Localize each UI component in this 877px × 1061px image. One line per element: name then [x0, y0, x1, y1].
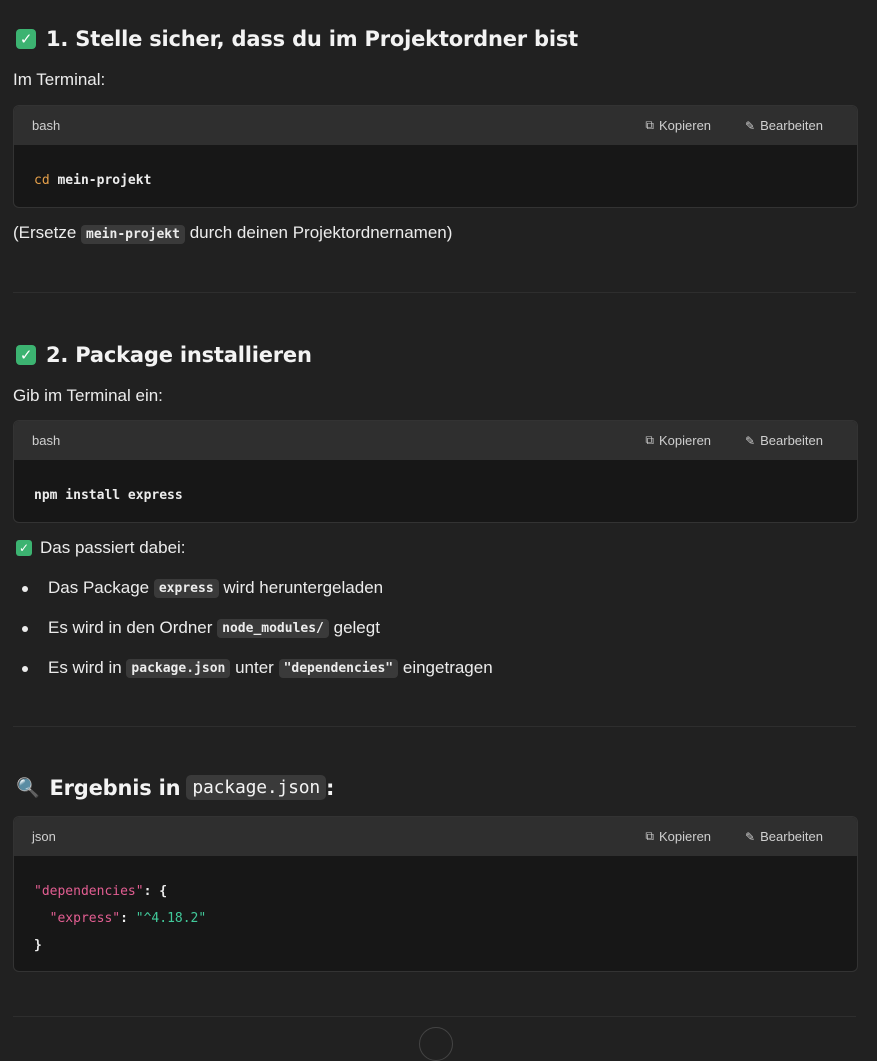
section3-heading: 🔍 Ergebnis in package.json :	[16, 775, 335, 800]
code-header: bash ⧉ Kopieren ✎ Bearbeiten	[14, 421, 857, 460]
check-icon: ✓	[16, 29, 36, 49]
happens-label: ✓ Das passiert dabei:	[16, 538, 186, 558]
section1-heading: ✓ 1. Stelle sicher, dass du im Projektor…	[16, 27, 578, 51]
code-lang: bash	[32, 118, 61, 133]
code-header: json ⧉ Kopieren ✎ Bearbeiten	[14, 817, 857, 856]
edit-button[interactable]: ✎ Bearbeiten	[745, 118, 823, 133]
section1-note: (Ersetze mein-projekt durch deinen Proje…	[13, 223, 453, 244]
code-header: bash ⧉ Kopieren ✎ Bearbeiten	[14, 106, 857, 145]
heading-code: package.json	[186, 775, 327, 800]
magnifier-icon: 🔍	[16, 777, 40, 799]
code-block-json: json ⧉ Kopieren ✎ Bearbeiten "dependencies…	[13, 816, 858, 972]
divider	[13, 1016, 856, 1017]
divider	[13, 292, 856, 293]
copy-icon: ⧉	[645, 829, 654, 843]
bullet-list: Das Package express wird heruntergeladen…	[13, 568, 856, 688]
section2-heading: ✓ 2. Package installieren	[16, 343, 312, 367]
list-item: Es wird in package.json unter "dependenc…	[13, 648, 856, 688]
check-icon: ✓	[16, 540, 32, 556]
code-content: cd mein-projekt	[34, 173, 152, 188]
code-block-bash-1: bash ⧉ Kopieren ✎ Bearbeiten cd mein-proje…	[13, 105, 858, 208]
code-lang: json	[32, 829, 56, 844]
code-content: "dependencies": { "express": "^4.18.2" }	[34, 884, 207, 953]
pencil-icon: ✎	[745, 118, 756, 133]
edit-button[interactable]: ✎ Bearbeiten	[745, 829, 823, 844]
list-item: Das Package express wird heruntergeladen	[13, 568, 856, 608]
check-icon: ✓	[16, 345, 36, 365]
copy-button[interactable]: ⧉ Kopieren	[645, 433, 711, 448]
code-block-bash-2: bash ⧉ Kopieren ✎ Bearbeiten npm install e…	[13, 420, 858, 523]
pencil-icon: ✎	[745, 433, 756, 448]
scroll-down-button[interactable]	[419, 1027, 453, 1061]
divider	[13, 726, 856, 727]
inline-code: mein-projekt	[81, 225, 185, 244]
list-item: Es wird in den Ordner node_modules/ gele…	[13, 608, 856, 648]
copy-icon: ⧉	[645, 433, 654, 447]
edit-button[interactable]: ✎ Bearbeiten	[745, 433, 823, 448]
copy-button[interactable]: ⧉ Kopieren	[645, 829, 711, 844]
copy-button[interactable]: ⧉ Kopieren	[645, 118, 711, 133]
pencil-icon: ✎	[745, 829, 756, 844]
section1-intro: Im Terminal:	[13, 70, 106, 89]
code-lang: bash	[32, 433, 61, 448]
code-content: npm install express	[34, 488, 183, 503]
section2-intro: Gib im Terminal ein:	[13, 386, 163, 405]
copy-icon: ⧉	[645, 118, 654, 132]
